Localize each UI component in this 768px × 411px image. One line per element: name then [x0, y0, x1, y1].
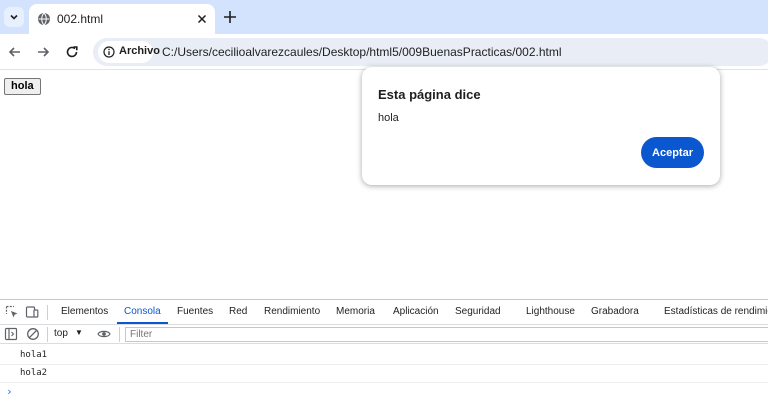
chevron-down-icon	[10, 14, 18, 20]
tab-seguridad[interactable]: Seguridad	[455, 306, 501, 317]
toolbar-separator	[47, 327, 48, 342]
info-icon	[103, 46, 115, 58]
eye-icon[interactable]	[97, 327, 111, 341]
accept-button[interactable]: Aceptar	[641, 137, 704, 168]
console-prompt[interactable]: ›	[6, 385, 13, 398]
console-log-row: hola1	[0, 347, 768, 365]
reload-icon[interactable]	[64, 44, 80, 60]
tab-lighthouse[interactable]: Lighthouse	[526, 306, 575, 317]
triangle-down-icon[interactable]: ▼	[75, 328, 83, 337]
tab-grabadora[interactable]: Grabadora	[591, 306, 639, 317]
console-log-text: hola2	[20, 368, 48, 378]
devtools-panel: Elementos Consola Fuentes Red Rendimient…	[0, 299, 768, 411]
close-icon[interactable]	[195, 12, 209, 26]
tab-search-button[interactable]	[4, 7, 24, 27]
globe-icon	[38, 12, 50, 26]
forward-arrow-icon[interactable]	[35, 44, 51, 60]
console-log-row: hola2	[0, 365, 768, 383]
url-text[interactable]: C:/Users/cecilioalvarezcaules/Desktop/ht…	[162, 45, 562, 59]
tab-memoria[interactable]: Memoria	[336, 306, 375, 317]
tab-consola[interactable]: Consola	[124, 306, 161, 317]
clear-console-icon[interactable]	[26, 327, 40, 341]
alert-dialog: Esta página dice hola Aceptar	[362, 67, 720, 185]
toolbar-separator	[47, 305, 48, 320]
tab-estadisticas[interactable]: Estadísticas de rendimier	[664, 306, 768, 317]
tab-strip: 002.html	[0, 0, 768, 34]
context-selector[interactable]: top	[54, 328, 68, 339]
tab-title: 002.html	[57, 12, 104, 26]
plus-icon[interactable]	[222, 9, 238, 25]
dialog-title: Esta página dice	[378, 87, 481, 102]
site-info-label: Archivo	[119, 45, 160, 57]
site-info-chip[interactable]: Archivo	[98, 41, 160, 63]
tab-rendimiento[interactable]: Rendimiento	[264, 306, 320, 317]
devtools-tab-bar: Elementos Consola Fuentes Red Rendimient…	[0, 300, 768, 325]
tab-red[interactable]: Red	[229, 306, 247, 317]
browser-tab[interactable]: 002.html	[29, 4, 215, 34]
back-arrow-icon[interactable]	[7, 44, 23, 60]
console-toolbar: top ▼	[0, 325, 768, 344]
tab-aplicacion[interactable]: Aplicación	[393, 306, 439, 317]
sidebar-toggle-icon[interactable]	[4, 327, 18, 341]
address-bar[interactable]: Archivo C:/Users/cecilioalvarezcaules/De…	[93, 38, 768, 66]
device-toolbar-icon[interactable]	[25, 305, 39, 319]
toolbar-separator	[119, 327, 120, 342]
tab-fuentes[interactable]: Fuentes	[177, 306, 213, 317]
hola-button[interactable]: hola	[4, 78, 41, 95]
tab-elementos[interactable]: Elementos	[61, 306, 108, 317]
active-tab-indicator	[117, 322, 168, 324]
console-filter-input[interactable]	[125, 327, 768, 342]
dialog-message: hola	[378, 112, 399, 124]
console-log-text: hola1	[20, 350, 48, 360]
inspect-element-icon[interactable]	[5, 305, 19, 319]
browser-toolbar: Archivo C:/Users/cecilioalvarezcaules/De…	[0, 34, 768, 70]
